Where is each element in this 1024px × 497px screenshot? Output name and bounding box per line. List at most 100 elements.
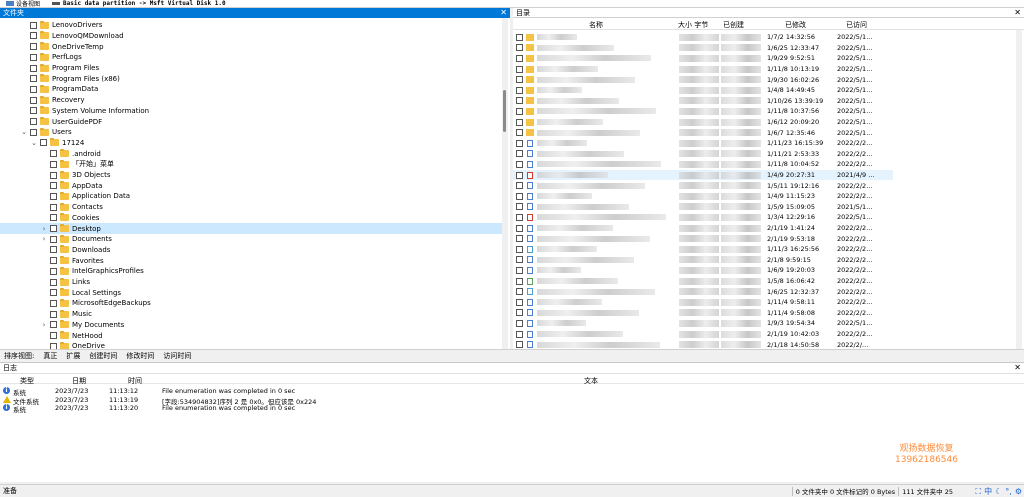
tree-item[interactable]: PerfLogs — [0, 52, 502, 63]
tree-item[interactable]: ⌄ Users — [0, 127, 502, 138]
tree-checkbox[interactable] — [30, 64, 37, 72]
list-row[interactable]: 1/3/4 12:29:16 2022/5/1... — [513, 212, 893, 223]
list-row[interactable]: 2/1/18 14:50:58 2022/2/... — [513, 339, 893, 349]
list-row[interactable]: 1/11/4 9:58:11 2022/2/2... — [513, 297, 893, 308]
log-row[interactable]: 文件系统 2023/7/23 11:13:19 [字段:534904832]序列 2 … — [0, 395, 1024, 406]
folder-tree-scrollbar[interactable] — [502, 18, 508, 349]
col-name-header[interactable]: 名称 — [589, 20, 603, 30]
folder-tree[interactable]: LenovoDrivers LenovoQMDownload OneDriveTem… — [0, 18, 510, 349]
tree-checkbox[interactable] — [50, 192, 57, 200]
directory-list[interactable]: 名称 大小 字节 已创建 已修改 已访问 1/7/2 14:32:56 2022/… — [513, 18, 1024, 349]
row-checkbox[interactable] — [516, 192, 523, 200]
chevron-right-icon[interactable]: › — [40, 235, 48, 243]
tree-item[interactable]: Program Files — [0, 63, 502, 74]
row-checkbox[interactable] — [516, 224, 523, 232]
sort-option[interactable]: 创建时间 — [89, 351, 117, 361]
tree-item[interactable]: LenovoQMDownload — [0, 31, 502, 42]
list-row[interactable]: 1/7/2 14:32:56 2022/5/1... — [513, 32, 893, 43]
list-row[interactable]: 1/11/8 10:04:52 2022/2/2... — [513, 159, 893, 170]
col-accessed-header[interactable]: 已访问 — [846, 20, 867, 30]
tree-checkbox[interactable] — [30, 43, 37, 51]
row-checkbox[interactable] — [516, 245, 523, 253]
list-row[interactable]: 1/6/25 12:33:47 2022/5/1... — [513, 43, 893, 54]
tree-item[interactable]: Recovery — [0, 95, 502, 106]
row-checkbox[interactable] — [516, 277, 523, 285]
log-row[interactable]: i 系统 2023/7/23 11:13:20 File enumeration was… — [0, 404, 1024, 414]
chevron-down-icon[interactable]: ⌄ — [20, 128, 28, 136]
tree-item[interactable]: Links — [0, 277, 502, 288]
row-checkbox[interactable] — [516, 266, 523, 274]
tree-item[interactable]: Local Settings — [0, 288, 502, 299]
tree-item[interactable]: Application Data — [0, 191, 502, 202]
tree-item[interactable]: › Documents — [0, 234, 502, 245]
list-row[interactable]: 1/5/11 19:12:16 2022/2/2... — [513, 180, 893, 191]
tree-item[interactable]: 3D Objects — [0, 170, 502, 181]
col-created-header[interactable]: 已创建 — [723, 20, 744, 30]
list-row[interactable]: 1/4/9 20:27:31 2021/4/9 ... — [513, 169, 893, 181]
list-row[interactable]: 1/6/9 19:20:03 2022/2/2... — [513, 265, 893, 276]
row-checkbox[interactable] — [516, 319, 523, 327]
tree-item[interactable]: Favorites — [0, 255, 502, 266]
device-view-button[interactable]: 设备视图 — [0, 0, 46, 8]
tree-item[interactable]: LenovoDrivers — [0, 20, 502, 31]
row-checkbox[interactable] — [516, 97, 523, 105]
list-row[interactable]: 1/11/8 10:13:19 2022/5/1... — [513, 64, 893, 75]
list-row[interactable]: 1/11/3 16:25:56 2022/2/2... — [513, 244, 893, 255]
row-checkbox[interactable] — [516, 160, 523, 168]
row-checkbox[interactable] — [516, 76, 523, 84]
tree-checkbox[interactable] — [50, 225, 57, 233]
row-checkbox[interactable] — [516, 44, 523, 52]
tree-checkbox[interactable] — [40, 139, 47, 147]
list-row[interactable]: 1/4/8 14:49:45 2022/5/1... — [513, 85, 893, 96]
tree-item[interactable]: NetHood — [0, 330, 502, 341]
list-row[interactable]: 1/9/29 9:52:51 2022/5/1... — [513, 53, 893, 64]
list-row[interactable]: 2/1/19 1:41:24 2022/2/2... — [513, 223, 893, 234]
row-checkbox[interactable] — [516, 341, 523, 349]
sort-option[interactable]: 扩展 — [66, 351, 80, 361]
list-row[interactable]: 1/11/8 10:37:56 2022/5/1... — [513, 106, 893, 117]
row-checkbox[interactable] — [516, 107, 523, 115]
row-checkbox[interactable] — [516, 150, 523, 158]
ime-indicator[interactable]: 中 — [984, 486, 992, 497]
row-checkbox[interactable] — [516, 288, 523, 296]
tree-item[interactable]: Cookies — [0, 213, 502, 224]
tree-item[interactable]: Downloads — [0, 245, 502, 256]
chevron-down-icon[interactable]: ⌄ — [30, 139, 38, 147]
folder-pane-close-icon[interactable]: ✕ — [500, 9, 507, 17]
log-col-time[interactable]: 时间 — [128, 376, 142, 386]
tree-item[interactable]: OneDrive — [0, 341, 502, 349]
tree-item[interactable]: OneDriveTemp — [0, 41, 502, 52]
tree-checkbox[interactable] — [50, 278, 57, 286]
tree-checkbox[interactable] — [50, 160, 57, 168]
tree-checkbox[interactable] — [30, 85, 37, 93]
log-col-type[interactable]: 类型 — [20, 376, 34, 386]
row-checkbox[interactable] — [516, 235, 523, 243]
sort-option[interactable]: 访问时间 — [163, 351, 191, 361]
row-checkbox[interactable] — [516, 65, 523, 73]
row-checkbox[interactable] — [516, 182, 523, 190]
list-row[interactable]: 2/1/19 9:53:18 2022/2/2... — [513, 233, 893, 244]
chevron-right-icon[interactable]: › — [40, 225, 48, 233]
list-row[interactable]: 1/4/9 11:15:23 2022/2/2... — [513, 191, 893, 202]
list-row[interactable]: 1/11/4 9:58:08 2022/2/2... — [513, 308, 893, 319]
row-checkbox[interactable] — [516, 309, 523, 317]
row-checkbox[interactable] — [516, 203, 523, 211]
list-row[interactable]: 1/6/7 12:35:46 2022/5/1... — [513, 127, 893, 138]
row-checkbox[interactable] — [516, 129, 523, 137]
tree-checkbox[interactable] — [30, 32, 37, 40]
tree-item[interactable]: AppData — [0, 181, 502, 192]
tree-item[interactable]: Contacts — [0, 202, 502, 213]
col-size-header[interactable]: 大小 字节 — [678, 20, 708, 30]
tree-item[interactable]: System Volume Information — [0, 106, 502, 117]
list-row[interactable]: 1/9/3 19:54:34 2022/5/1... — [513, 318, 893, 329]
tree-item[interactable]: Program Files (x86) — [0, 74, 502, 85]
tree-checkbox[interactable] — [30, 96, 37, 104]
row-checkbox[interactable] — [516, 139, 523, 147]
tree-checkbox[interactable] — [50, 257, 57, 265]
tree-item[interactable]: MicrosoftEdgeBackups — [0, 298, 502, 309]
row-checkbox[interactable] — [516, 298, 523, 306]
sort-option[interactable]: 真正 — [43, 351, 57, 361]
chevron-right-icon[interactable]: › — [40, 321, 48, 329]
log-col-date[interactable]: 日期 — [72, 376, 86, 386]
tree-item[interactable]: › My Documents — [0, 320, 502, 331]
